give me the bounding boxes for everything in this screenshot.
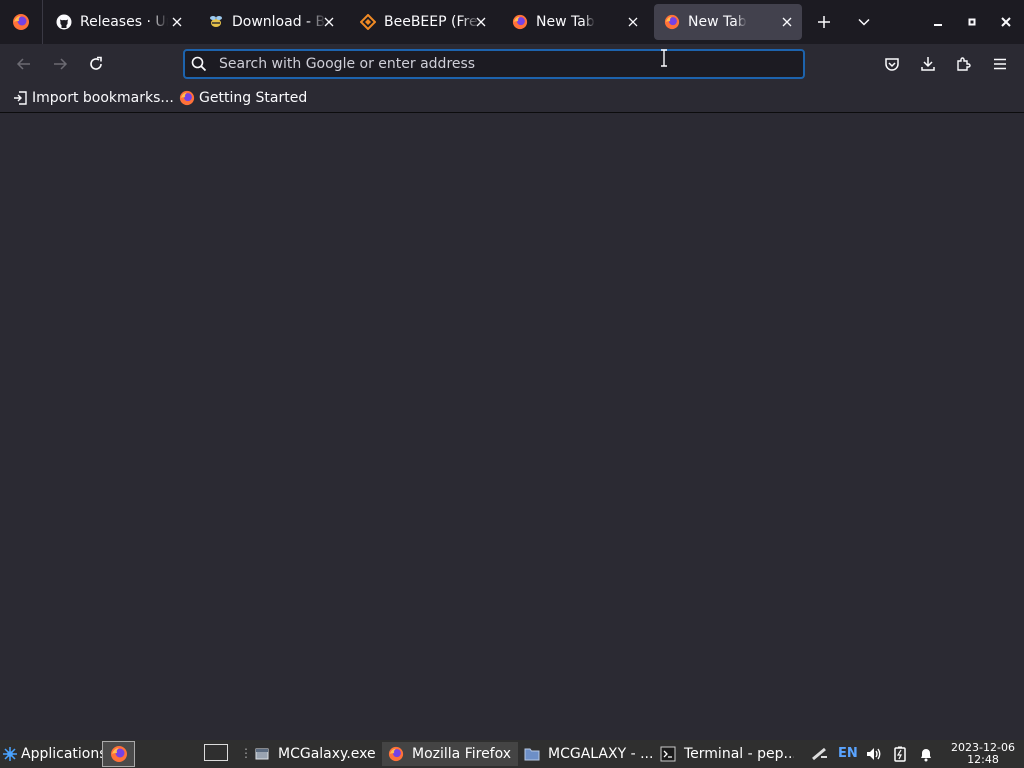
- save-to-pocket-button[interactable]: [878, 50, 906, 78]
- close-window-button[interactable]: [992, 8, 1020, 36]
- tab-title: BeeBEEP (Free: [384, 14, 480, 30]
- reload-icon: [90, 56, 102, 70]
- import-bookmarks-item[interactable]: Import bookmarks...: [12, 88, 174, 108]
- close-tab-icon[interactable]: [168, 13, 186, 31]
- workspace-switcher[interactable]: [204, 744, 228, 761]
- arrow-left-icon: [16, 58, 30, 70]
- clock-time: 12:48: [967, 753, 999, 766]
- terminal-icon: [660, 746, 676, 762]
- close-icon: [1001, 17, 1011, 27]
- firefox-icon: [512, 14, 528, 30]
- network-icon[interactable]: [811, 745, 829, 763]
- tab-releases[interactable]: Releases · Uni: [46, 4, 192, 40]
- firefox-launcher[interactable]: [102, 741, 135, 767]
- hamburger-menu-icon: [994, 58, 1006, 70]
- firefox-icon: [13, 14, 29, 30]
- open-menu-button[interactable]: [986, 50, 1014, 78]
- tab-strip: Releases · Uni Download - Be BeeBEEP (Fr…: [0, 0, 1024, 44]
- chevron-down-icon: [858, 18, 870, 26]
- battery-icon[interactable]: [891, 745, 909, 763]
- volume-icon[interactable]: [865, 745, 883, 763]
- firefox-view-button[interactable]: [0, 0, 43, 44]
- getting-started-bookmark[interactable]: Getting Started: [179, 88, 307, 108]
- tab-beebeep[interactable]: BeeBEEP (Free: [350, 4, 496, 40]
- tab-title: Releases · Uni: [80, 14, 168, 30]
- firefox-icon: [110, 746, 127, 762]
- minimize-button[interactable]: [924, 8, 952, 36]
- address-bar[interactable]: [183, 49, 805, 79]
- close-tab-icon[interactable]: [778, 13, 796, 31]
- reload-button[interactable]: [82, 50, 110, 78]
- window-icon: [254, 746, 270, 762]
- tab-title: New Tab: [688, 14, 747, 30]
- arrow-right-icon: [54, 58, 68, 70]
- url-input[interactable]: [219, 51, 803, 77]
- search-icon: [191, 56, 207, 72]
- bookmark-label: Getting Started: [199, 90, 308, 106]
- tab-new-tab[interactable]: New Tab: [502, 4, 648, 40]
- puzzle-icon: [957, 57, 971, 71]
- xfce-logo-icon: [3, 747, 17, 761]
- back-button[interactable]: [10, 50, 38, 78]
- extensions-button[interactable]: [950, 50, 978, 78]
- plus-icon: [818, 16, 830, 28]
- close-tab-icon[interactable]: [624, 13, 642, 31]
- forward-button[interactable]: [46, 50, 74, 78]
- maximize-button[interactable]: [958, 8, 986, 36]
- tab-new-tab-active[interactable]: New Tab: [654, 4, 802, 40]
- list-all-tabs-button[interactable]: [850, 8, 878, 36]
- task-label: MCGalaxy.exe: [278, 746, 376, 762]
- beebeep-icon: [208, 14, 224, 30]
- task-terminal[interactable]: Terminal - pep...: [654, 742, 794, 766]
- notification-bell-icon[interactable]: [917, 745, 935, 763]
- applications-label: Applications: [21, 746, 107, 762]
- firefox-icon: [179, 90, 195, 106]
- beebeep-diamond-icon: [360, 14, 376, 30]
- close-tab-icon[interactable]: [320, 13, 338, 31]
- bookmarks-toolbar: Import bookmarks... Getting Started: [0, 84, 1024, 113]
- task-mozilla-firefox[interactable]: Mozilla Firefox: [382, 742, 518, 766]
- task-mcgalaxy-exe[interactable]: MCGalaxy.exe: [248, 742, 378, 766]
- firefox-window: Releases · Uni Download - Be BeeBEEP (Fr…: [0, 0, 1024, 768]
- download-icon: [921, 57, 935, 71]
- maximize-icon: [968, 18, 976, 26]
- applications-menu-button[interactable]: Applications: [2, 743, 107, 765]
- navigation-toolbar: [0, 44, 1024, 84]
- tab-title: Download - Be: [232, 14, 326, 30]
- close-tab-icon[interactable]: [472, 13, 490, 31]
- bookmark-label: Import bookmarks...: [32, 90, 174, 106]
- tab-download[interactable]: Download - Be: [198, 4, 344, 40]
- task-label: Mozilla Firefox: [412, 746, 512, 762]
- taskbar: Applications ⋮ MCGalaxy.exe Mozilla Fire…: [0, 740, 1024, 768]
- pocket-icon: [885, 58, 899, 71]
- folder-icon: [524, 746, 540, 762]
- clock[interactable]: 2023-12-06 12:48: [948, 742, 1018, 766]
- task-mcgalaxy-folder[interactable]: MCGALAXY - ...: [518, 742, 654, 766]
- tab-title: New Tab: [536, 14, 595, 30]
- downloads-button[interactable]: [914, 50, 942, 78]
- task-label: MCGALAXY - ...: [548, 746, 654, 762]
- firefox-icon: [388, 746, 404, 762]
- minimize-icon: [934, 24, 942, 26]
- task-label: Terminal - pep...: [684, 746, 794, 762]
- page-content[interactable]: [0, 114, 1024, 740]
- github-icon: [56, 14, 72, 30]
- new-tab-button[interactable]: [810, 8, 838, 36]
- import-icon: [12, 90, 28, 106]
- keyboard-layout-indicator[interactable]: EN: [838, 746, 858, 761]
- firefox-icon: [664, 14, 680, 30]
